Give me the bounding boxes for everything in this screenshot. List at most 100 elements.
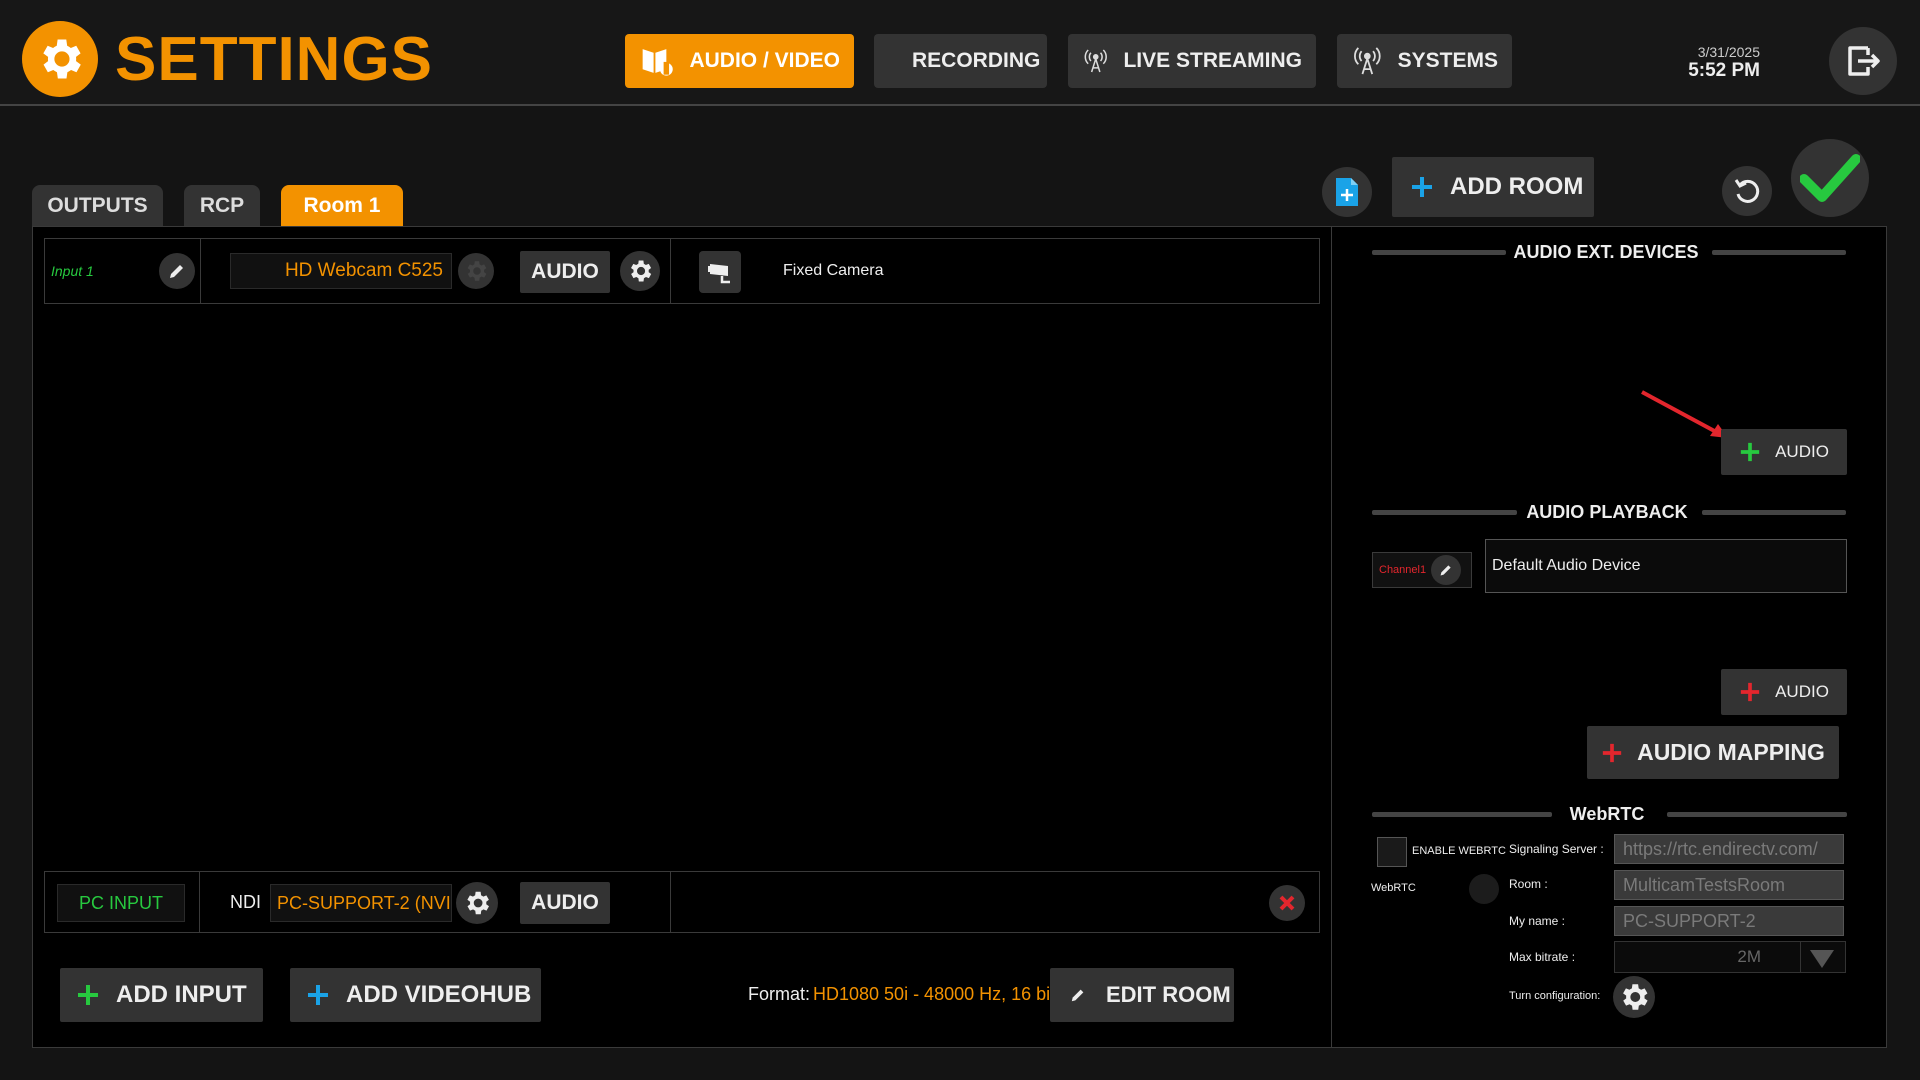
remove-input-button[interactable] — [1269, 885, 1305, 921]
playback-device-select[interactable]: Default Audio Device — [1485, 539, 1847, 593]
device-settings-button[interactable] — [458, 253, 494, 289]
my-name-input[interactable]: PC-SUPPORT-2 — [1614, 906, 1844, 936]
add-input-label: ADD INPUT — [116, 981, 247, 1008]
add-playback-audio-button[interactable]: AUDIO — [1721, 669, 1847, 715]
audio-button-label: AUDIO — [531, 260, 599, 283]
input-row-1: Input 1 HD Webcam C525 AUDIO Fixed Camer… — [44, 238, 1320, 304]
section-rule — [1372, 812, 1552, 817]
audio-button[interactable]: AUDIO — [520, 882, 610, 924]
device-select[interactable]: HD Webcam C525 — [230, 253, 452, 289]
add-room-button[interactable]: ADD ROOM — [1392, 157, 1594, 217]
date-display: 3/31/2025 — [1697, 44, 1760, 60]
nav-audio-video[interactable]: AUDIO / VIDEO — [625, 34, 854, 88]
add-videohub-button[interactable]: ADD VIDEOHUB — [290, 968, 541, 1022]
nav-live-streaming-label: LIVE STREAMING — [1123, 49, 1302, 72]
audio-playback-title: AUDIO PLAYBACK — [1526, 502, 1688, 522]
undo-button[interactable] — [1722, 166, 1772, 216]
signaling-server-placeholder: https://rtc.endirectv.com/ — [1623, 838, 1818, 859]
audio-button[interactable]: AUDIO — [520, 251, 610, 293]
input-row-2: PC INPUT NDI PC-SUPPORT-2 (NVIDIA AUDIO — [44, 871, 1320, 933]
channel-label: Channel1 — [1379, 564, 1427, 576]
gear-icon — [467, 261, 487, 281]
add-input-button[interactable]: ADD INPUT — [60, 968, 263, 1022]
audio-mapping-label: AUDIO MAPPING — [1637, 739, 1825, 765]
format-value: HD1080 50i - 48000 Hz, 16 bit — [813, 984, 1056, 1004]
add-audio-device-label: AUDIO — [1775, 442, 1829, 461]
plus-icon — [308, 985, 328, 1005]
pc-input-name[interactable]: PC INPUT — [57, 884, 185, 922]
logout-button[interactable] — [1829, 27, 1897, 95]
plus-icon — [78, 985, 98, 1005]
audio-button-label: AUDIO — [531, 891, 599, 914]
page-title: SETTINGS — [115, 25, 434, 94]
ndi-settings-button[interactable] — [456, 882, 498, 924]
add-room-label: ADD ROOM — [1450, 173, 1584, 200]
time-display: 5:52 PM — [1688, 60, 1760, 81]
tab-room-1[interactable]: Room 1 — [281, 185, 403, 227]
signaling-server-input[interactable]: https://rtc.endirectv.com/ — [1614, 834, 1844, 864]
tab-rcp-label: RCP — [199, 194, 245, 217]
logout-icon — [1848, 46, 1880, 76]
chevron-down-icon — [1810, 950, 1834, 968]
audio-ext-devices-title: AUDIO EXT. DEVICES — [1513, 242, 1699, 262]
add-playback-audio-label: AUDIO — [1775, 682, 1829, 701]
new-file-button[interactable] — [1322, 167, 1372, 217]
max-bitrate-label: Max bitrate : — [1509, 950, 1576, 964]
input-name: Input 1 — [51, 263, 94, 279]
edit-room-button[interactable]: EDIT ROOM — [1050, 968, 1234, 1022]
section-rule — [1372, 250, 1506, 255]
add-file-icon — [1336, 178, 1358, 206]
format-label: Format: — [748, 984, 811, 1004]
tab-room-1-label: Room 1 — [303, 194, 381, 217]
ndi-source-select[interactable]: PC-SUPPORT-2 (NVIDIA — [270, 884, 452, 922]
annotation-arrow-icon — [1641, 390, 1728, 438]
camera-icon — [708, 264, 730, 284]
select-divider — [1800, 942, 1801, 972]
section-rule — [1712, 250, 1846, 255]
turn-config-button[interactable] — [1613, 976, 1655, 1018]
room-input[interactable]: MulticamTestsRoom — [1614, 870, 1844, 900]
nav-audio-video-label: AUDIO / VIDEO — [689, 49, 840, 72]
nav-live-streaming[interactable]: LIVE STREAMING — [1068, 34, 1316, 88]
gear-icon — [1623, 984, 1648, 1010]
close-icon — [1279, 895, 1295, 911]
edit-room-label: EDIT ROOM — [1106, 982, 1231, 1007]
plus-icon — [1602, 743, 1622, 762]
panel-divider — [1331, 226, 1332, 1048]
device-name: PC-SUPPORT-2 (NVIDIA — [277, 892, 451, 913]
pencil-icon — [1071, 989, 1084, 1002]
nav-recording-label: RECORDING — [912, 49, 1041, 72]
camera-type-label: Fixed Camera — [783, 262, 884, 279]
add-audio-device-button[interactable]: AUDIO — [1721, 429, 1847, 475]
plus-icon — [1412, 177, 1432, 197]
confirm-button[interactable] — [1791, 139, 1869, 217]
max-bitrate-select[interactable]: 2M — [1614, 941, 1846, 973]
checkmark-icon — [1800, 154, 1860, 202]
tab-rcp[interactable]: RCP — [184, 185, 260, 227]
turn-config-label: Turn configuration: — [1509, 990, 1601, 1002]
antenna-icon — [1084, 49, 1107, 73]
plus-icon — [1740, 442, 1760, 462]
my-name-placeholder: PC-SUPPORT-2 — [1623, 910, 1756, 931]
edit-input-button[interactable] — [159, 253, 195, 289]
tab-outputs-label: OUTPUTS — [47, 194, 148, 217]
add-videohub-label: ADD VIDEOHUB — [346, 981, 532, 1008]
nav-recording[interactable]: RECORDING — [874, 34, 1047, 88]
settings-gear-logo-icon — [22, 21, 98, 97]
room-label: Room : — [1509, 877, 1548, 891]
row-separator — [199, 872, 200, 932]
edit-channel-button[interactable] — [1431, 555, 1461, 585]
nav-systems-label: SYSTEMS — [1397, 49, 1498, 72]
enable-webrtc-label: ENABLE WEBRTC — [1412, 845, 1506, 857]
audio-settings-button[interactable] — [620, 251, 660, 291]
section-rule — [1702, 510, 1846, 515]
row-separator — [670, 239, 671, 303]
nav-systems[interactable]: SYSTEMS — [1337, 34, 1512, 88]
playback-device-name: Default Audio Device — [1492, 557, 1641, 574]
enable-webrtc-checkbox[interactable] — [1377, 837, 1407, 867]
audio-video-icon — [642, 49, 673, 76]
audio-mapping-button[interactable]: AUDIO MAPPING — [1587, 726, 1839, 779]
device-name: HD Webcam C525 — [284, 260, 443, 281]
tab-outputs[interactable]: OUTPUTS — [32, 185, 163, 227]
camera-type-button[interactable] — [699, 251, 741, 293]
